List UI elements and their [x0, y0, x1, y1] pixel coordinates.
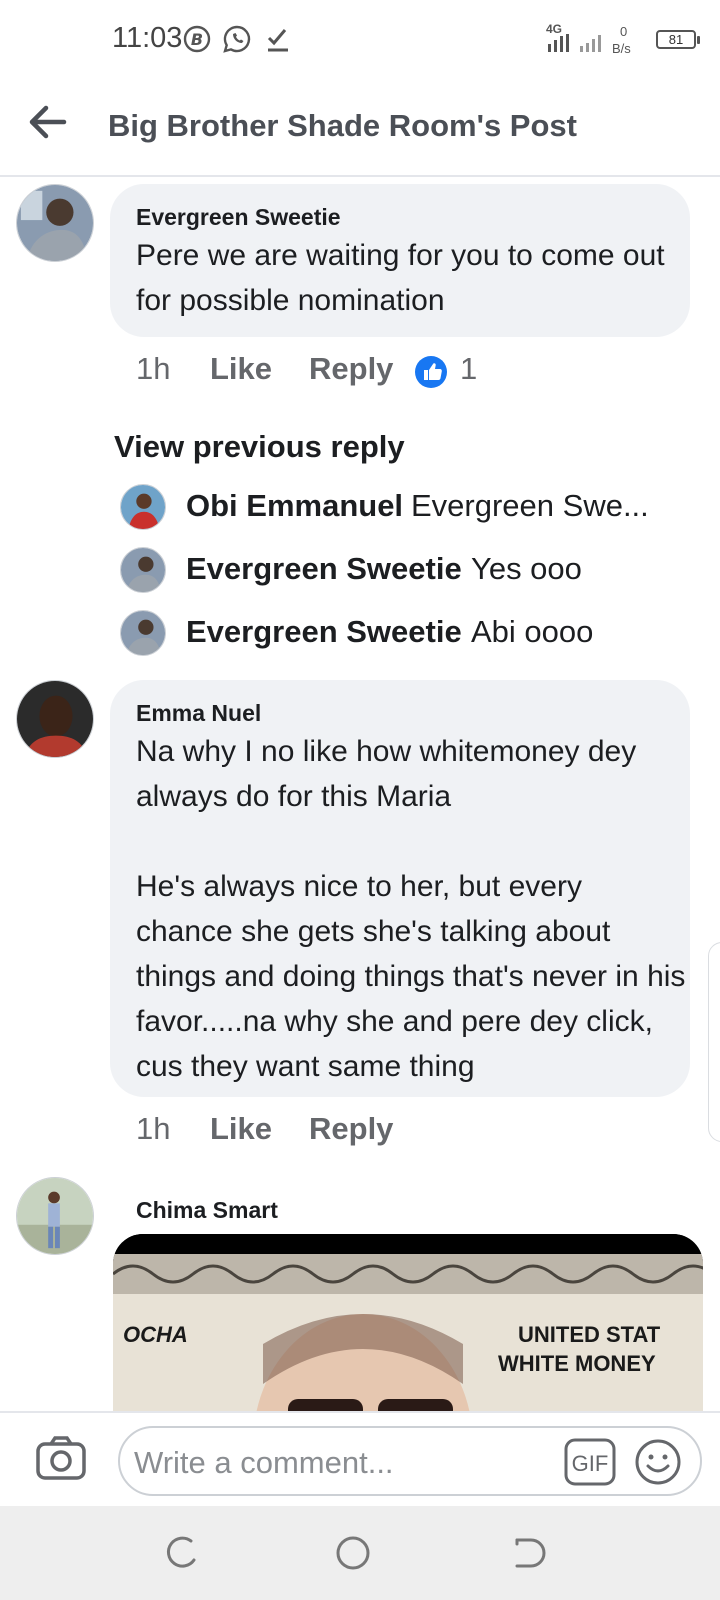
system-navigation-bar — [0, 1506, 720, 1600]
avatar[interactable] — [120, 484, 166, 530]
like-button[interactable]: Like — [210, 351, 272, 387]
image-text-right-1: UNITED STAT — [518, 1322, 661, 1347]
reply-button[interactable]: Reply — [309, 1111, 393, 1147]
whatsapp-icon — [222, 24, 252, 54]
comment-time: 1h — [136, 1111, 171, 1146]
b-badge-icon: B — [182, 24, 212, 54]
svg-text:B: B — [191, 30, 203, 49]
home-circle-icon — [336, 1536, 370, 1570]
camera-icon — [36, 1436, 86, 1480]
comment-text: Na why I no like how whitemoney dey alwa… — [136, 735, 686, 1083]
image-text-left: OCHA — [123, 1322, 188, 1347]
image-text-right-2: WHITE MONEY — [498, 1351, 656, 1376]
back-nav-icon — [515, 1538, 546, 1568]
recents-icon — [166, 1536, 196, 1568]
comment-author[interactable]: Chima Smart — [136, 1197, 278, 1224]
avatar[interactable] — [120, 547, 166, 593]
comment-bubble[interactable]: Evergreen Sweetie Pere we are waiting fo… — [110, 184, 690, 337]
avatar[interactable] — [16, 184, 94, 262]
data-speed-unit: B/s — [612, 41, 631, 56]
reply-author[interactable]: Evergreen Sweetie — [186, 614, 462, 650]
reply-item[interactable]: Obi Emmanuel Evergreen Swe... — [120, 484, 700, 532]
page-header: Big Brother Shade Room's Post — [0, 80, 720, 177]
avatar[interactable] — [16, 1177, 94, 1255]
reply-author[interactable]: Evergreen Sweetie — [186, 551, 462, 587]
gif-label: GIF — [572, 1451, 609, 1476]
scroll-handle[interactable] — [708, 942, 720, 1142]
view-previous-reply-link[interactable]: View previous reply — [114, 429, 405, 465]
gif-button[interactable]: GIF — [564, 1438, 616, 1486]
reply-author[interactable]: Obi Emmanuel — [186, 488, 403, 524]
reply-text: Yes ooo — [471, 551, 582, 586]
recents-button[interactable] — [160, 1532, 202, 1574]
signal-icon — [548, 34, 610, 52]
smiley-icon — [635, 1439, 681, 1485]
reply-text: Abi oooo — [471, 614, 594, 649]
battery-indicator: 81 — [656, 30, 700, 49]
comment-text: Pere we are waiting for you to come out … — [136, 239, 665, 317]
status-bar: 11:03 B 4G 0 B/s 81 — [0, 0, 720, 80]
home-button[interactable] — [332, 1532, 374, 1574]
comment-author[interactable]: Evergreen Sweetie — [136, 204, 341, 231]
avatar[interactable] — [16, 680, 94, 758]
comment-author[interactable]: Emma Nuel — [136, 700, 261, 727]
like-button[interactable]: Like — [210, 1111, 272, 1147]
page-title: Big Brother Shade Room's Post — [108, 108, 577, 143]
reply-text: Evergreen Swe... — [411, 488, 649, 523]
reply-item[interactable]: Evergreen Sweetie Yes ooo — [120, 547, 700, 595]
data-speed-value: 0 — [620, 24, 628, 39]
avatar[interactable] — [120, 610, 166, 656]
comment-placeholder: Write a comment... — [134, 1445, 394, 1480]
camera-button[interactable] — [34, 1431, 88, 1485]
status-time: 11:03 — [112, 22, 183, 54]
reply-button[interactable]: Reply — [309, 351, 393, 387]
checkmark-icon — [263, 24, 293, 54]
emoji-button[interactable] — [634, 1438, 682, 1486]
comment-bubble[interactable]: Emma Nuel Na why I no like how whitemone… — [110, 680, 690, 1097]
comments-feed[interactable]: Evergreen Sweetie Pere we are waiting fo… — [0, 177, 720, 1411]
back-button[interactable] — [26, 100, 70, 144]
arrow-left-icon — [29, 105, 67, 139]
comment-composer: Write a comment... GIF — [0, 1411, 720, 1506]
comment-image[interactable]: OCHA UNITED STAT WHITE MONEY — [113, 1234, 703, 1411]
reaction-count[interactable]: 1 — [460, 351, 477, 387]
back-nav-button[interactable] — [505, 1532, 547, 1574]
thumbs-up-icon[interactable] — [415, 356, 447, 388]
reply-item[interactable]: Evergreen Sweetie Abi oooo — [120, 610, 700, 658]
comment-time: 1h — [136, 351, 171, 386]
comment-input[interactable]: Write a comment... GIF — [118, 1426, 702, 1496]
